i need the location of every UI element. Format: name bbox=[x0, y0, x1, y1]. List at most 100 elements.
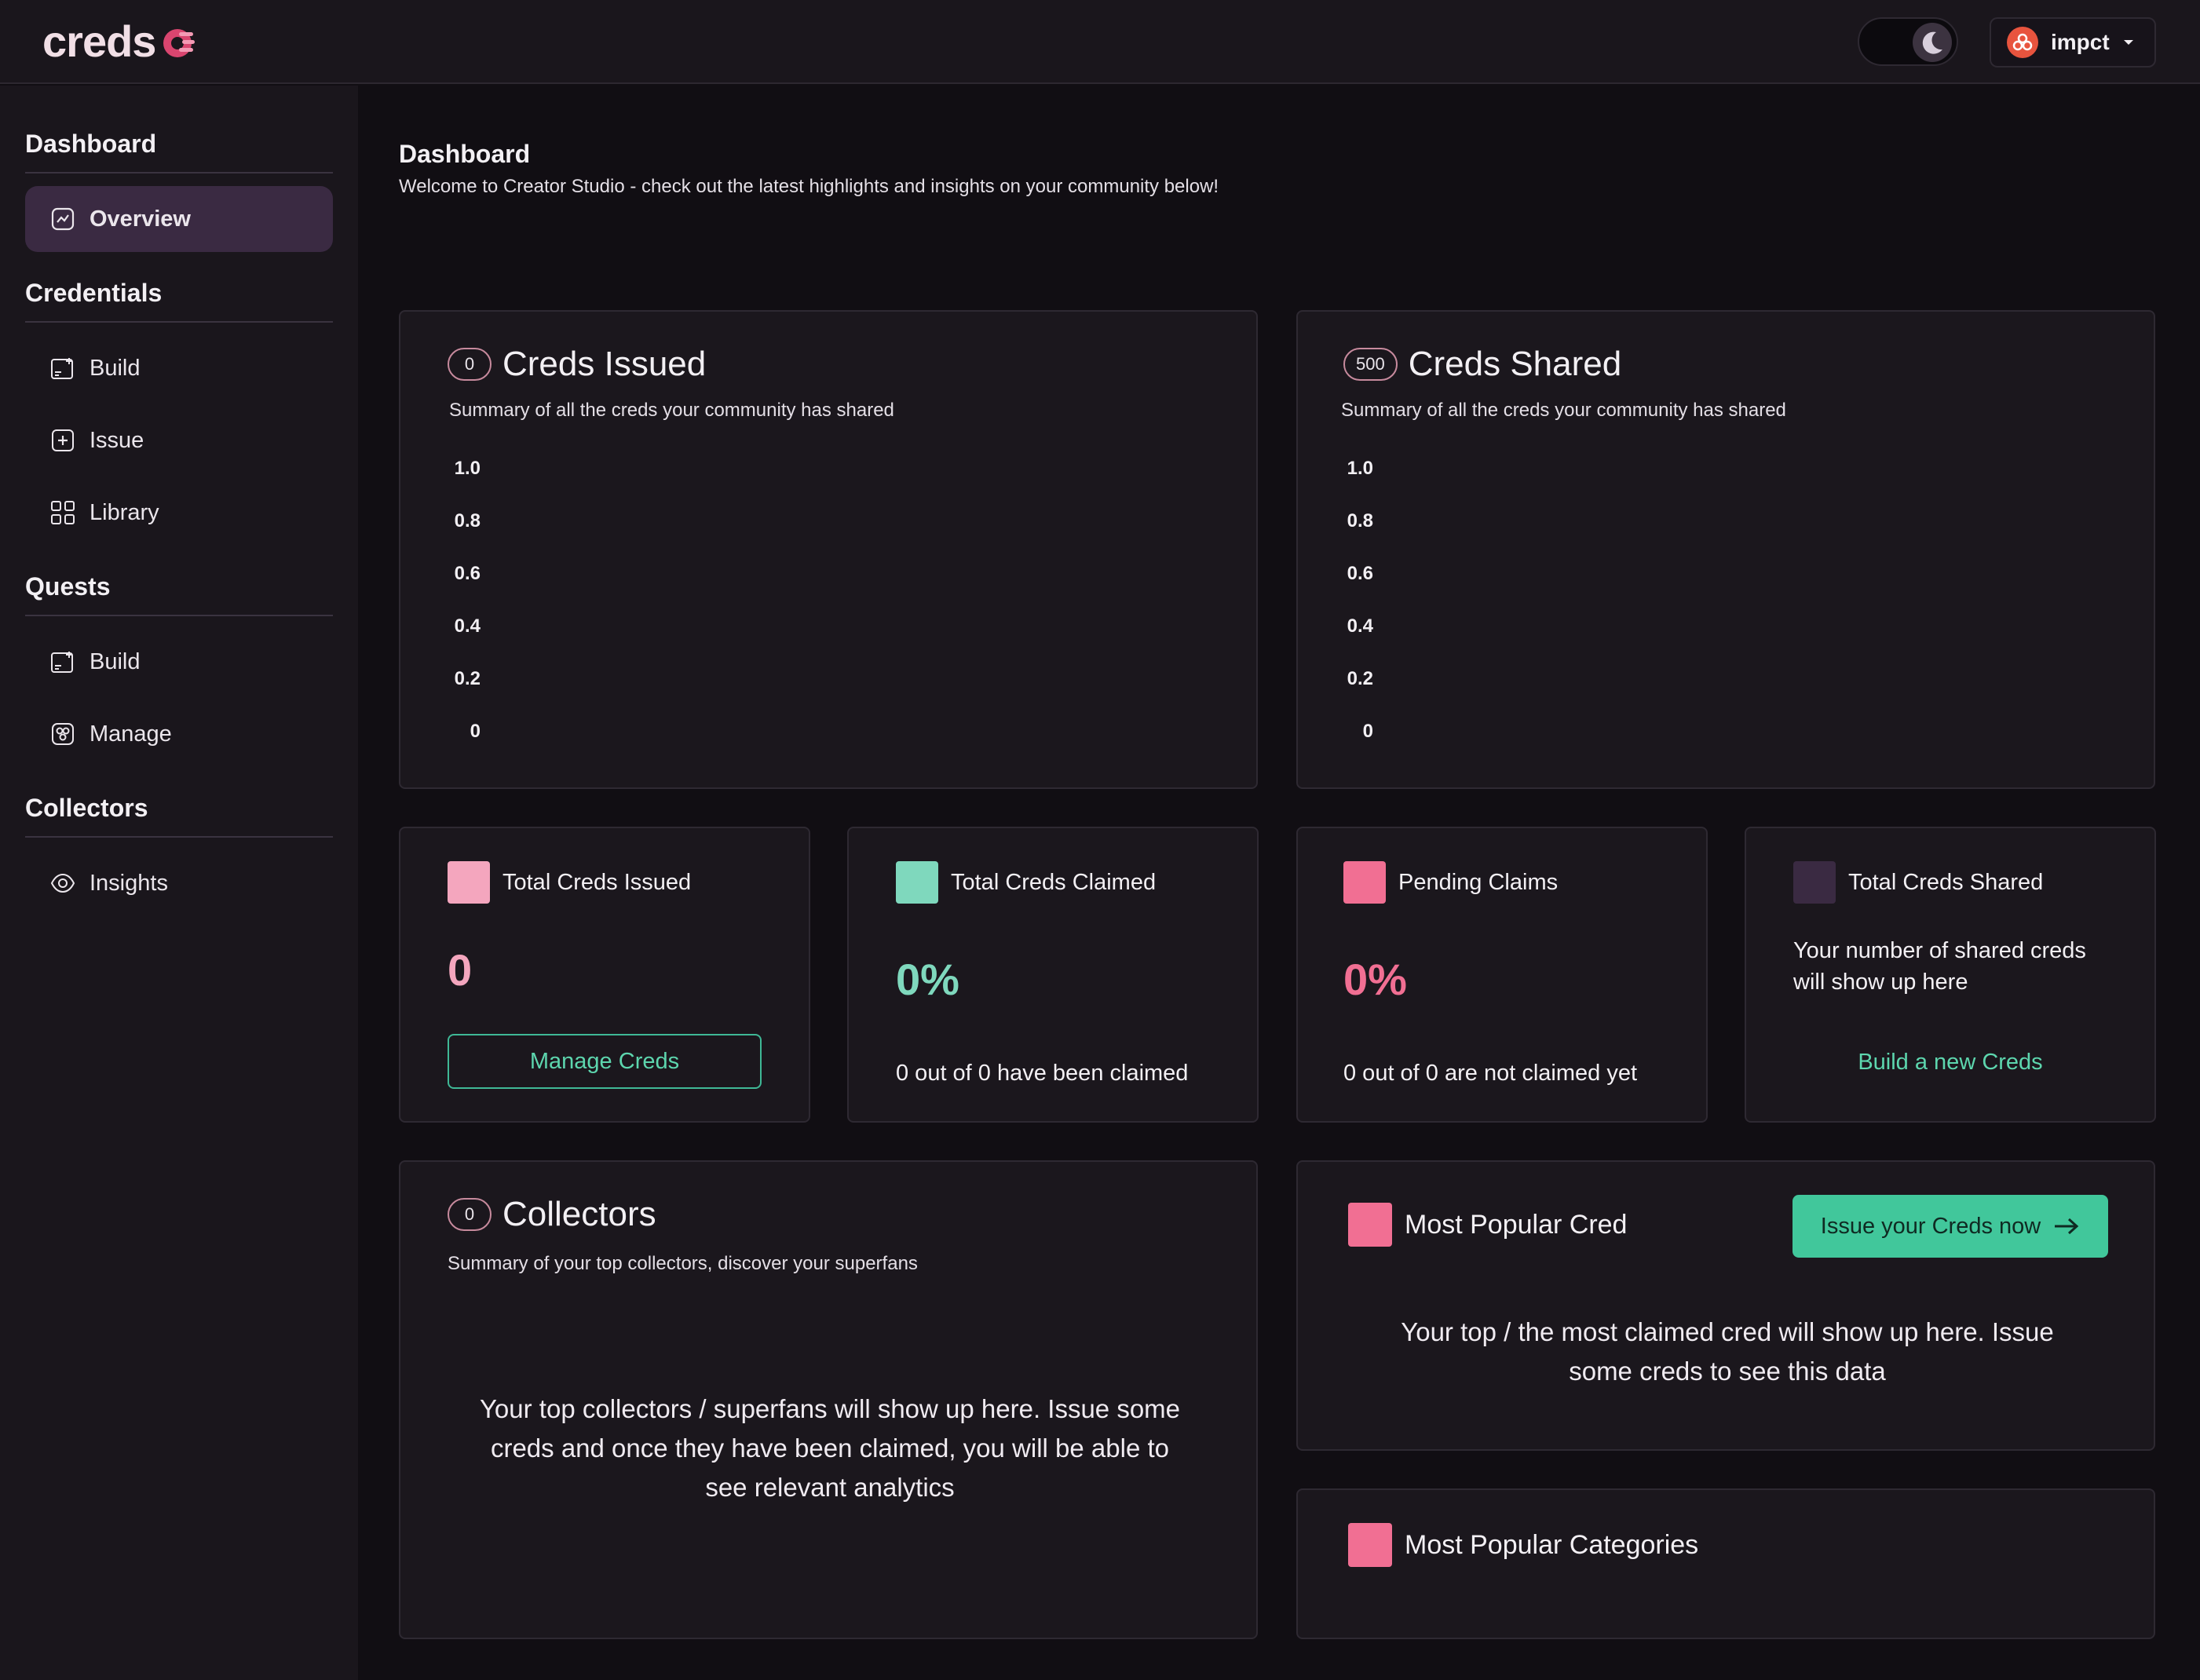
manage-creds-button[interactable]: Manage Creds bbox=[448, 1034, 762, 1089]
sidebar-section-dashboard: Dashboard bbox=[25, 130, 157, 158]
theme-knob bbox=[1913, 23, 1952, 62]
stat-label: Pending Claims bbox=[1398, 869, 1559, 895]
arrow-right-icon bbox=[2055, 1218, 2079, 1235]
stat-label: Total Creds Issued bbox=[502, 869, 692, 895]
y-tick-label: 1.0 bbox=[454, 458, 481, 479]
account-name: impct bbox=[2051, 30, 2110, 54]
page-title: Dashboard bbox=[399, 140, 531, 168]
chart-icon bbox=[50, 206, 75, 232]
y-tick-label: 0.4 bbox=[454, 615, 481, 637]
sidebar-item-label: Insights bbox=[90, 870, 168, 896]
y-tick-label: 0.2 bbox=[454, 668, 481, 689]
legend-swatch bbox=[896, 861, 938, 904]
sidebar-item-insights[interactable]: Insights bbox=[25, 850, 333, 916]
account-avatar bbox=[2007, 27, 2038, 58]
empty-state-message: Your top collectors / superfans will sho… bbox=[400, 1390, 1259, 1507]
card-subtitle: Summary of your top collectors, discover… bbox=[448, 1253, 918, 1274]
pending-claims-card: Pending Claims 0% 0 out of 0 are not cla… bbox=[1296, 827, 1708, 1123]
sidebar-item-library[interactable]: Library bbox=[25, 480, 333, 546]
count-badge: 500 bbox=[1343, 348, 1398, 381]
legend-swatch bbox=[448, 861, 490, 904]
sidebar-item-label: Build bbox=[90, 355, 141, 381]
theme-toggle[interactable] bbox=[1858, 17, 1958, 66]
empty-state-line: Your top / the most claimed cred will sh… bbox=[1401, 1317, 2054, 1346]
y-tick-label: 0 bbox=[470, 721, 481, 742]
sidebar-item-label: Library bbox=[90, 499, 159, 525]
card-header: Most Popular Categories bbox=[1348, 1523, 1698, 1567]
chevron-down-icon bbox=[2123, 40, 2133, 45]
sidebar: Dashboard Overview Credentials Build Iss… bbox=[0, 86, 358, 1680]
y-tick-label: 0.6 bbox=[454, 563, 481, 584]
stat-value: 0% bbox=[1343, 955, 1407, 1004]
creds-shared-card: 500 Creds Shared Summary of all the cred… bbox=[1296, 310, 2155, 789]
empty-state-message: Your top / the most claimed cred will sh… bbox=[1298, 1313, 2157, 1391]
stat-label: Total Creds Claimed bbox=[951, 869, 1157, 895]
card-header: 0 Collectors bbox=[448, 1195, 656, 1234]
stat-header: Total Creds Issued bbox=[448, 861, 691, 904]
most-popular-cred-card: Most Popular Cred Issue your Creds now Y… bbox=[1296, 1160, 2155, 1451]
card-title: Collectors bbox=[502, 1195, 656, 1233]
y-tick-label: 0.4 bbox=[1347, 615, 1373, 637]
stat-header: Total Creds Shared bbox=[1793, 861, 2043, 904]
stat-header: Pending Claims bbox=[1343, 861, 1558, 904]
empty-state-line: Your top collectors / superfans will sho… bbox=[479, 1394, 1181, 1423]
logo-mark-icon bbox=[163, 28, 196, 57]
most-popular-categories-card: Most Popular Categories bbox=[1296, 1488, 2155, 1639]
stat-footer: 0 out of 0 have been claimed bbox=[896, 1061, 1189, 1086]
sidebar-item-quests-build[interactable]: Build bbox=[25, 629, 333, 695]
total-creds-shared-card: Total Creds Shared Your number of shared… bbox=[1745, 827, 2156, 1123]
divider bbox=[25, 836, 333, 838]
total-creds-issued-card: Total Creds Issued 0 Manage Creds bbox=[399, 827, 810, 1123]
stat-footer: 0 out of 0 are not claimed yet bbox=[1343, 1061, 1637, 1086]
count-badge: 0 bbox=[448, 348, 492, 381]
collectors-card: 0 Collectors Summary of your top collect… bbox=[399, 1160, 1258, 1639]
card-header: 0 Creds Issued bbox=[448, 345, 706, 384]
card-subtitle: Summary of all the creds your community … bbox=[449, 400, 894, 421]
manage-icon bbox=[50, 721, 75, 747]
sidebar-item-manage[interactable]: Manage bbox=[25, 701, 333, 767]
sidebar-section-collectors: Collectors bbox=[25, 794, 148, 822]
count-badge: 0 bbox=[448, 1198, 492, 1231]
org-logo-icon bbox=[2012, 33, 2033, 51]
y-tick-label: 0.8 bbox=[454, 510, 481, 531]
sidebar-section-credentials: Credentials bbox=[25, 279, 163, 307]
build-icon bbox=[50, 649, 75, 674]
card-subtitle: Summary of all the creds your community … bbox=[1341, 400, 1786, 421]
card-title: Most Popular Cred bbox=[1405, 1209, 1628, 1240]
sidebar-item-label: Overview bbox=[90, 206, 191, 232]
sidebar-section-quests: Quests bbox=[25, 572, 111, 601]
y-tick-label: 0 bbox=[1362, 721, 1373, 742]
button-label: Issue your Creds now bbox=[1820, 1213, 2041, 1239]
stat-header: Total Creds Claimed bbox=[896, 861, 1156, 904]
account-menu[interactable]: impct bbox=[1990, 17, 2156, 68]
stat-empty-line: Your number of shared creds bbox=[1793, 938, 2086, 963]
top-bar: creds impct bbox=[0, 0, 2200, 84]
stat-value: 0% bbox=[896, 955, 959, 1004]
y-tick-label: 0.8 bbox=[1347, 510, 1373, 531]
sidebar-item-credentials-build[interactable]: Build bbox=[25, 335, 333, 401]
divider bbox=[25, 172, 333, 173]
sidebar-item-label: Manage bbox=[90, 721, 172, 747]
logo-text: creds bbox=[42, 16, 156, 66]
stat-label: Total Creds Shared bbox=[1848, 869, 2044, 895]
legend-swatch bbox=[1348, 1203, 1392, 1247]
eye-icon bbox=[50, 871, 75, 896]
app-logo[interactable]: creds bbox=[42, 16, 198, 67]
divider bbox=[25, 321, 333, 323]
moon-icon bbox=[1922, 31, 1942, 54]
sidebar-item-issue[interactable]: Issue bbox=[25, 407, 333, 473]
sidebar-item-overview[interactable]: Overview bbox=[25, 186, 333, 252]
legend-swatch bbox=[1343, 861, 1386, 904]
legend-swatch bbox=[1793, 861, 1836, 904]
y-tick-label: 1.0 bbox=[1347, 458, 1373, 479]
empty-state-line: some creds to see this data bbox=[1569, 1357, 1886, 1386]
issue-creds-now-button[interactable]: Issue your Creds now bbox=[1793, 1195, 2108, 1258]
legend-swatch bbox=[1348, 1523, 1392, 1567]
card-header: Most Popular Cred bbox=[1348, 1203, 1627, 1247]
empty-state-line: see relevant analytics bbox=[705, 1473, 955, 1502]
sidebar-item-label: Build bbox=[90, 648, 141, 674]
build-new-creds-link[interactable]: Build a new Creds bbox=[1746, 1050, 2154, 1076]
total-creds-claimed-card: Total Creds Claimed 0% 0 out of 0 have b… bbox=[847, 827, 1259, 1123]
card-title: Most Popular Categories bbox=[1405, 1529, 1699, 1560]
y-tick-label: 0.6 bbox=[1347, 563, 1373, 584]
